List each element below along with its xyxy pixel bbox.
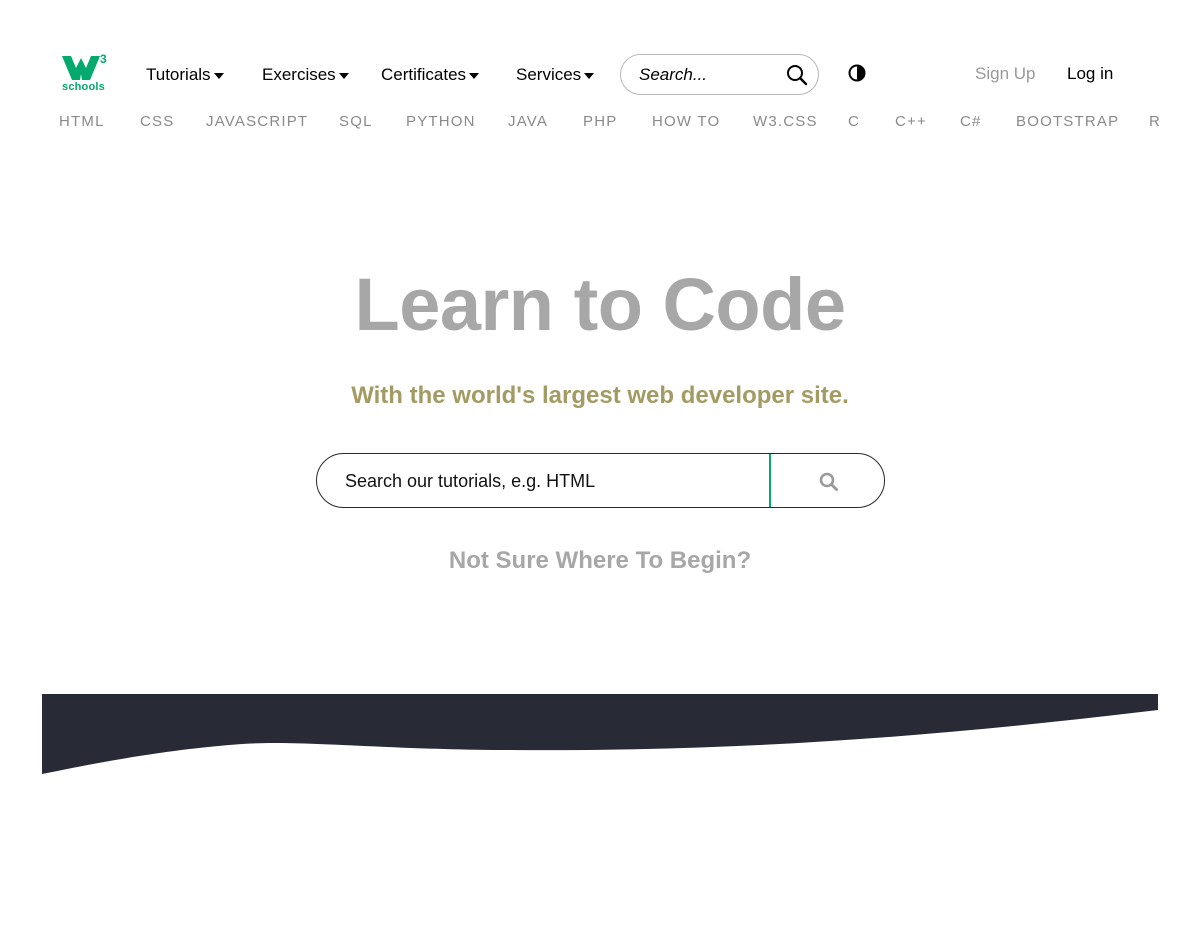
subnav-item-c[interactable]: C [848, 113, 860, 130]
subnav-item-r[interactable]: R [1149, 113, 1161, 130]
tutorial-search-button[interactable] [771, 454, 884, 507]
hero-title: Learn to Code [354, 263, 846, 346]
caret-down-icon [213, 73, 224, 79]
subnav-item-php[interactable]: PHP [583, 113, 617, 130]
subnav-item-css[interactable]: CSS [140, 113, 174, 130]
subnav-item-javascript[interactable]: JAVASCRIPT [206, 113, 308, 130]
hero-subtitle: With the world's largest web developer s… [351, 382, 849, 409]
not-sure-where-to-begin-link[interactable]: Not Sure Where To Begin? [0, 547, 1200, 575]
tutorial-subnav: HTML CSS JAVASCRIPT SQL PYTHON JAVA PHP … [0, 113, 1200, 135]
log-in-link[interactable]: Log in [1067, 64, 1113, 84]
sign-up-link[interactable]: Sign Up [975, 64, 1035, 84]
nav-search-box [620, 54, 819, 95]
top-navigation: 3 schools Tutorials Exercises Certificat… [0, 0, 1200, 110]
dark-wave-band [42, 694, 1158, 774]
subnav-item-how-to[interactable]: HOW TO [652, 113, 720, 130]
subnav-item-sql[interactable]: SQL [339, 113, 373, 130]
logo-w-icon [62, 56, 100, 80]
subnav-item-python[interactable]: PYTHON [406, 113, 476, 130]
search-icon [819, 472, 838, 491]
menu-label: Services [516, 65, 582, 84]
subnav-item-cpp[interactable]: C++ [895, 113, 927, 130]
menu-tutorials[interactable]: Tutorials [146, 64, 224, 86]
subnav-item-bootstrap[interactable]: BOOTSTRAP [1016, 113, 1119, 130]
caret-down-icon [338, 73, 349, 79]
menu-label: Tutorials [146, 65, 211, 84]
w3schools-logo[interactable]: 3 schools [62, 52, 110, 96]
tutorial-search-input[interactable] [345, 468, 765, 494]
subnav-item-w3css[interactable]: W3.CSS [753, 113, 818, 130]
menu-services[interactable]: Services [516, 64, 595, 86]
caret-down-icon [584, 73, 595, 79]
logo-superscript: 3 [100, 52, 107, 66]
nav-search-input[interactable] [639, 64, 779, 86]
menu-label: Exercises [262, 65, 336, 84]
contrast-toggle-icon[interactable] [848, 64, 866, 82]
subnav-item-html[interactable]: HTML [59, 113, 105, 130]
subnav-item-java[interactable]: JAVA [508, 113, 548, 130]
search-icon[interactable] [786, 64, 808, 86]
menu-certificates[interactable]: Certificates [381, 64, 480, 86]
menu-exercises[interactable]: Exercises [262, 64, 349, 86]
subnav-item-csharp[interactable]: C# [960, 113, 982, 130]
menu-label: Certificates [381, 65, 467, 84]
logo-text: schools [62, 81, 105, 93]
tutorial-search-box [316, 453, 885, 508]
caret-down-icon [469, 73, 480, 79]
